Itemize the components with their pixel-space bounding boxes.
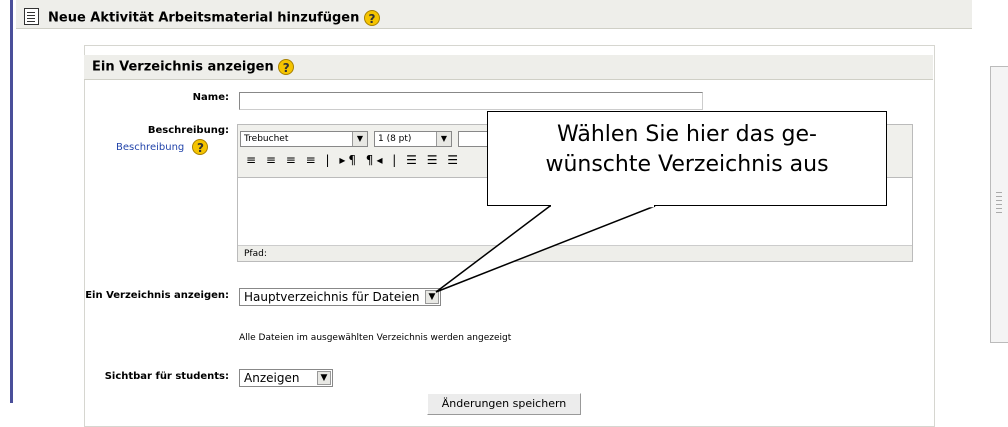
name-input[interactable] [239, 92, 703, 110]
size-select[interactable]: 1 (8 pt) ▼ [374, 131, 452, 147]
directory-info-text: Alle Dateien im ausgewählten Verzeichnis… [239, 333, 512, 343]
chevron-down-icon[interactable]: ▼ [436, 132, 451, 146]
help-icon[interactable]: ? [363, 10, 380, 26]
directory-select[interactable]: Hauptverzeichnis für Dateien ▼ [239, 288, 441, 306]
activity-header: Neue Aktivität Arbeitsmaterial hinzufüge… [16, 0, 972, 29]
left-border-rule [10, 0, 13, 403]
save-changes-button[interactable]: Änderungen speichern [427, 393, 581, 415]
activity-title-text: Neue Aktivität Arbeitsmaterial hinzufüge… [48, 10, 360, 26]
visible-label: Sichtbar für students: [104, 371, 229, 382]
chevron-down-icon[interactable]: ▼ [317, 371, 331, 385]
description-help-link-text[interactable]: Beschreibung [116, 142, 184, 153]
name-label: Name: [192, 92, 229, 103]
help-icon[interactable]: ? [192, 139, 209, 155]
chevron-down-icon[interactable]: ▼ [352, 132, 367, 146]
activity-title: Neue Aktivität Arbeitsmaterial hinzufüge… [48, 10, 380, 26]
style-select[interactable] [458, 131, 488, 147]
visible-select[interactable]: Anzeigen ▼ [239, 369, 333, 387]
font-select[interactable]: Trebuchet ▼ [240, 131, 368, 147]
section-title: Ein Verzeichnis anzeigen ? [92, 59, 295, 75]
description-label: Beschreibung: [147, 125, 229, 136]
callout-line-1: Wählen Sie hier das ge- [557, 122, 817, 147]
section-title-text: Ein Verzeichnis anzeigen [92, 59, 274, 75]
visible-select-value: Anzeigen [244, 371, 300, 385]
annotation-callout: Wählen Sie hier das ge- wünschte Verzeic… [487, 111, 887, 206]
grip-handle-icon[interactable] [996, 192, 1002, 216]
directory-label: Ein Verzeichnis anzeigen: [85, 290, 229, 301]
page-icon [24, 8, 39, 25]
formatting-buttons[interactable]: ≡ ≡ ≡ ≡ | ▸¶ ¶◂ | ☰ ☰ ☰ [246, 153, 461, 167]
right-scroll-panel[interactable] [990, 66, 1008, 343]
help-icon[interactable]: ? [278, 59, 295, 75]
description-help-link[interactable]: Beschreibung ? [116, 139, 209, 155]
chevron-down-icon[interactable]: ▼ [425, 290, 439, 304]
size-select-value: 1 (8 pt) [378, 134, 412, 144]
section-legend: Ein Verzeichnis anzeigen ? [84, 55, 933, 80]
directory-select-value: Hauptverzeichnis für Dateien [244, 290, 420, 304]
callout-line-2: wünschte Verzeichnis aus [545, 152, 829, 177]
editor-path-bar: Pfad: [238, 245, 912, 261]
font-select-value: Trebuchet [244, 134, 289, 144]
